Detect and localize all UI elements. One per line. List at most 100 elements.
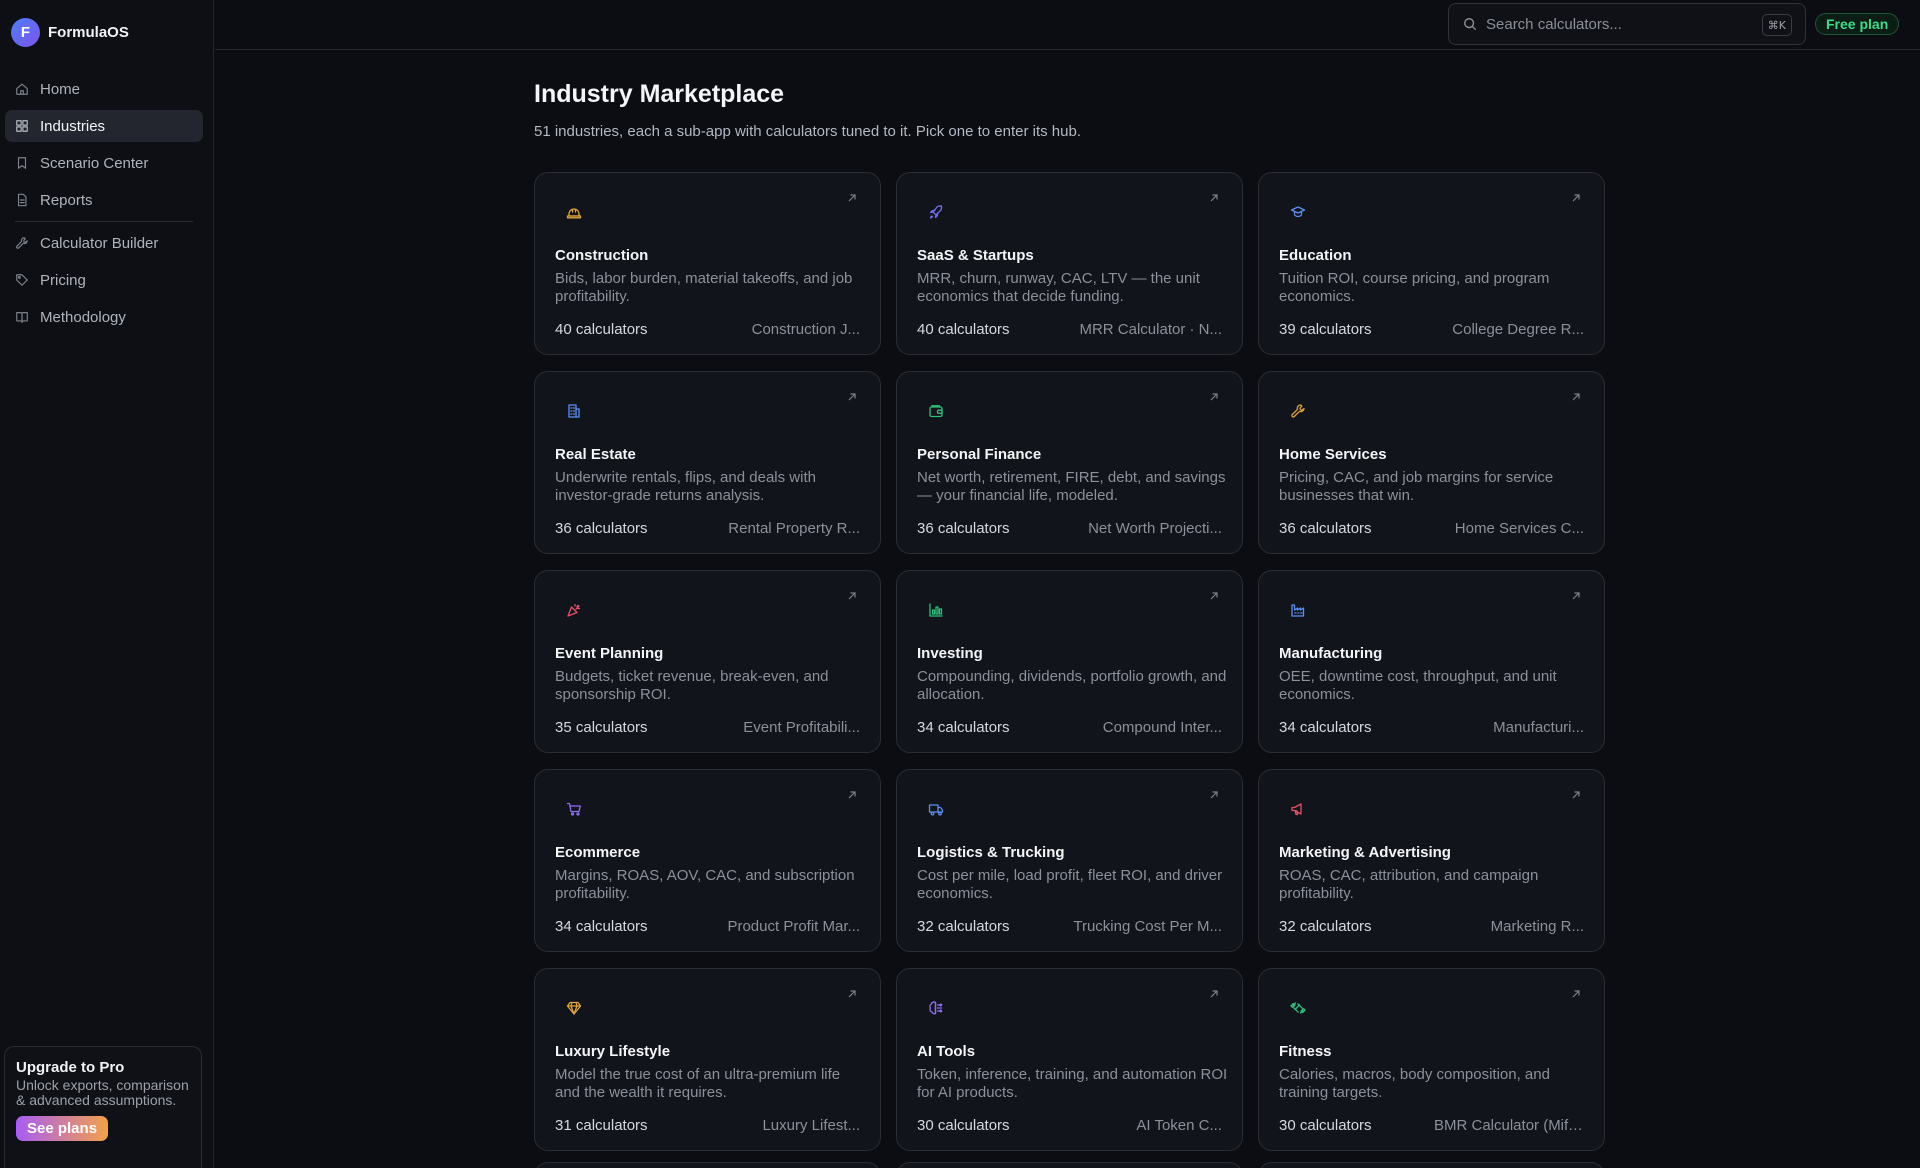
industry-title: Investing [917,645,983,662]
industry-description: ROAS, CAC, attribution, and campaign pro… [1279,867,1539,902]
industry-card[interactable]: Construction Bids, labor burden, material… [534,172,881,355]
featured-calculator: BMR Calculator (Miffli... [1434,1117,1584,1134]
factory-icon [1290,602,1306,618]
book-icon [15,310,29,324]
brain-icon [928,1000,944,1016]
search-input[interactable] [1486,15,1756,33]
search-box[interactable]: ⌘K [1448,3,1806,45]
sidebar: F FormulaOS Home Industries Scenario Cente… [0,0,214,1168]
industry-description: Underwrite rentals, flips, and deals wit… [555,469,816,504]
industry-description: Cost per mile, load profit, fleet ROI, a… [917,867,1223,902]
arrow-up-right-icon [848,791,856,799]
arrow-up-right-icon [1572,791,1580,799]
tag-icon [15,273,29,287]
industry-grid: Construction Bids, labor burden, material… [534,172,1605,1151]
calculator-count: 31 calculators [555,1117,648,1134]
arrow-up-right-icon [1572,990,1580,998]
sidebar-item-reports[interactable]: Reports [5,184,203,216]
upgrade-card: Upgrade to Pro Unlock exports, compariso… [4,1046,202,1168]
industry-card-partial[interactable] [896,1162,1243,1168]
featured-calculator: Construction J... [751,321,860,338]
arrow-up-right-icon [848,990,856,998]
truck-icon [928,801,944,817]
calculator-count: 35 calculators [555,719,648,736]
arrow-up-right-icon [1572,194,1580,202]
industry-description: Margins, ROAS, AOV, CAC, and subscriptio… [555,867,855,902]
search-shortcut: ⌘K [1761,14,1792,36]
industry-description: Compounding, dividends, portfolio growth… [917,668,1227,703]
page-subtitle: 51 industries, each a sub-app with calcu… [534,123,1081,140]
industry-title: Event Planning [555,645,664,662]
arrow-up-right-icon [1572,393,1580,401]
industry-card[interactable]: Ecommerce Margins, ROAS, AOV, CAC, and su… [534,769,881,952]
industry-card[interactable]: Investing Compounding, dividends, portfol… [896,570,1243,753]
calculator-count: 36 calculators [555,520,648,537]
industry-title: AI Tools [917,1043,976,1060]
sidebar-item-calculator-builder[interactable]: Calculator Builder [5,227,203,259]
calculator-count: 32 calculators [1279,918,1372,935]
industry-title: Marketing & Advertising [1279,844,1451,861]
calculator-count: 36 calculators [1279,520,1372,537]
industry-card[interactable]: Manufacturing OEE, downtime cost, through… [1258,570,1605,753]
upgrade-text: Unlock exports, comparison & advanced as… [16,1077,189,1108]
calculator-count: 32 calculators [917,918,1010,935]
calculator-count: 30 calculators [1279,1117,1372,1134]
featured-calculator: Manufacturi... [1493,719,1584,736]
industry-card[interactable]: Fitness Calories, macros, body compositio… [1258,968,1605,1151]
calculator-count: 36 calculators [917,520,1010,537]
industry-card-partial[interactable] [1258,1162,1605,1168]
industry-title: Home Services [1279,446,1387,463]
industry-card[interactable]: Event Planning Budgets, ticket revenue, b… [534,570,881,753]
sidebar-item-label: Calculator Builder [40,234,159,252]
industry-card[interactable]: SaaS & Startups MRR, churn, runway, CAC, … [896,172,1243,355]
industry-title: Ecommerce [555,844,641,861]
industry-description: Budgets, ticket revenue, break-even, and… [555,668,829,703]
sidebar-item-methodology[interactable]: Methodology [5,301,203,333]
sidebar-item-label: Scenario Center [40,154,149,172]
industry-card[interactable]: Logistics & Trucking Cost per mile, load … [896,769,1243,952]
featured-calculator: College Degree R... [1452,321,1584,338]
brand[interactable]: F FormulaOS [11,16,129,48]
industry-title: SaaS & Startups [917,247,1034,264]
industry-description: Net worth, retirement, FIRE, debt, and s… [917,469,1226,504]
industry-card[interactable]: Education Tuition ROI, course pricing, an… [1258,172,1605,355]
topbar: ⌘K Free plan [215,0,1920,50]
featured-calculator: Trucking Cost Per M... [1073,918,1222,935]
industry-description: Tuition ROI, course pricing, and program… [1279,270,1550,305]
featured-calculator: Marketing R... [1490,918,1584,935]
industry-title: Fitness [1279,1043,1332,1060]
industry-card[interactable]: Real Estate Underwrite rentals, flips, an… [534,371,881,554]
sidebar-item-home[interactable]: Home [5,73,203,105]
industry-card[interactable]: Luxury Lifestyle Model the true cost of a… [534,968,881,1151]
industry-title: Real Estate [555,446,636,463]
industry-card[interactable]: Home Services Pricing, CAC, and job margi… [1258,371,1605,554]
industry-title: Education [1279,247,1352,264]
sidebar-item-industries[interactable]: Industries [5,110,203,142]
industry-description: Token, inference, training, and automati… [917,1066,1228,1101]
industry-card[interactable]: AI Tools Token, inference, training, and … [896,968,1243,1151]
sidebar-item-pricing[interactable]: Pricing [5,264,203,296]
industry-card[interactable]: Personal Finance Net worth, retirement, F… [896,371,1243,554]
industry-card[interactable]: Marketing & Advertising ROAS, CAC, attrib… [1258,769,1605,952]
wallet-icon [928,403,944,419]
arrow-up-right-icon [848,393,856,401]
featured-calculator: Rental Property R... [728,520,860,537]
sidebar-item-scenario-center[interactable]: Scenario Center [5,147,203,179]
industry-description: OEE, downtime cost, throughput, and unit… [1279,668,1557,703]
see-plans-button[interactable]: See plans [16,1116,109,1141]
plan-badge[interactable]: Free plan [1815,13,1900,35]
bookmark-icon [15,156,29,170]
arrow-up-right-icon [1210,393,1218,401]
featured-calculator: Net Worth Projecti... [1088,520,1222,537]
arrow-up-right-icon [1210,791,1218,799]
building-icon [566,403,582,419]
wrench-icon [15,236,29,250]
search-icon [1464,18,1477,31]
dumbbell-icon [1290,1000,1306,1016]
brand-name: FormulaOS [48,23,129,41]
arrow-up-right-icon [848,194,856,202]
party-popper-icon [566,602,582,618]
industry-description: Calories, macros, body composition, and … [1279,1066,1550,1101]
industry-card-partial[interactable] [534,1162,881,1168]
sidebar-item-label: Methodology [40,308,126,326]
